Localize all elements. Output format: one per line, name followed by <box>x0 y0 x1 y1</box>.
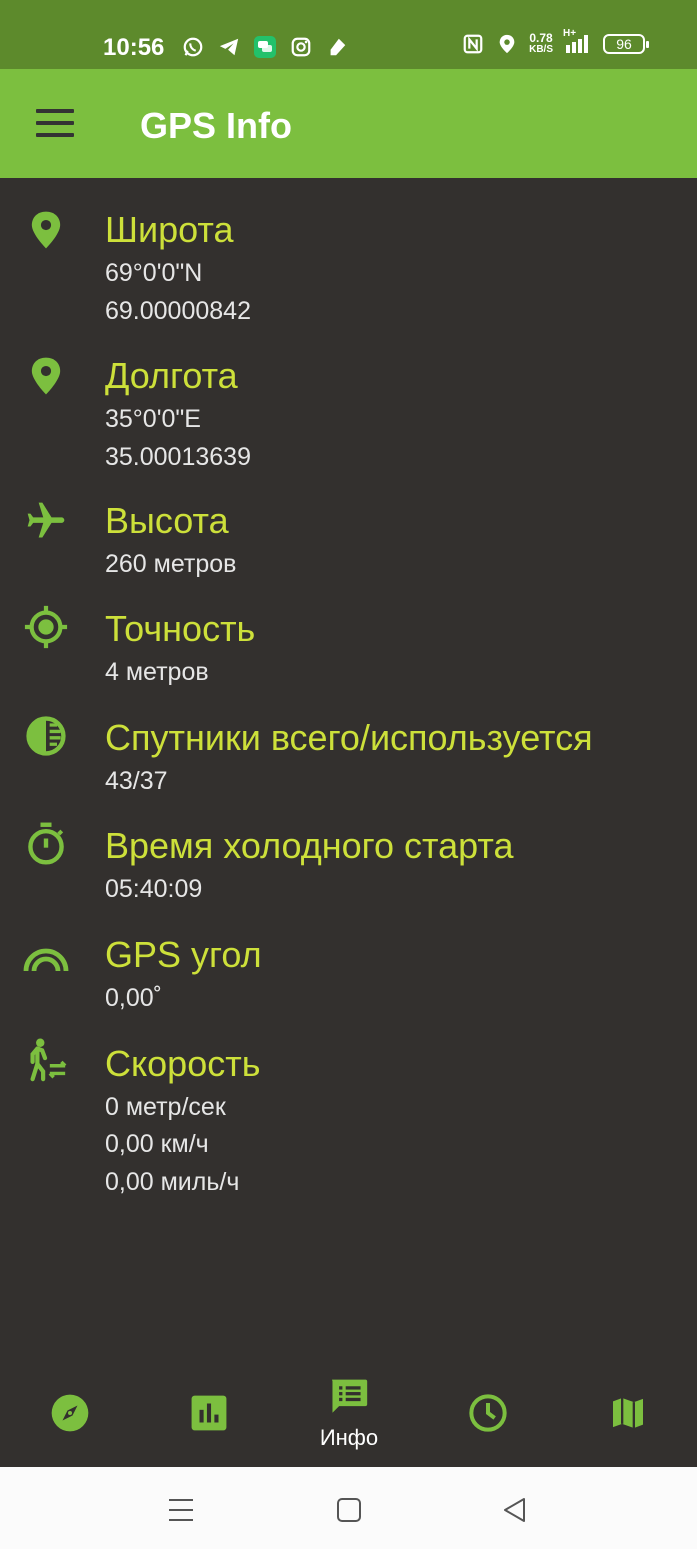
location-icon <box>495 32 519 56</box>
item-value: 35°0'0"E <box>105 405 201 433</box>
network-speed-unit: KB/S <box>529 44 553 55</box>
gps-fixed-icon <box>22 603 70 651</box>
item-title: Долгота <box>105 355 238 396</box>
nav-map[interactable] <box>578 1360 678 1467</box>
item-value: 69°0'0"N <box>105 259 203 287</box>
item-value: 69.00000842 <box>105 297 251 325</box>
home-button[interactable] <box>334 1495 364 1525</box>
location-pin-icon <box>22 206 70 254</box>
telegram-icon <box>217 35 241 59</box>
battery-indicator: 96 <box>603 34 649 54</box>
network-speed: 0.78 KB/S <box>529 32 553 56</box>
item-title: Точность <box>105 608 256 649</box>
notification-icons <box>181 35 349 59</box>
contrast-icon <box>22 712 70 760</box>
status-time: 10:56 <box>103 34 165 61</box>
item-value: 35.00013639 <box>105 443 251 471</box>
network-type: H+ <box>563 28 577 39</box>
item-value: 260 метров <box>105 550 237 578</box>
bar-chart-icon <box>190 1394 228 1437</box>
nfc-icon <box>461 32 485 56</box>
item-value: 0,00 км/ч <box>105 1130 209 1158</box>
item-value: 0 метр/сек <box>105 1093 226 1121</box>
chat-app-icon <box>253 35 277 59</box>
item-value: 05:40:09 <box>105 875 203 903</box>
timer-icon <box>22 820 70 868</box>
battery-level: 96 <box>616 36 632 52</box>
item-title: Спутники всего/используется <box>105 717 593 758</box>
info-list-icon <box>329 1378 369 1421</box>
back-button[interactable] <box>500 1495 530 1525</box>
nav-info[interactable]: Инфо <box>299 1360 399 1467</box>
system-navigation-bar <box>0 1467 697 1549</box>
edit-app-icon <box>325 35 349 59</box>
nav-info-label: Инфо <box>319 1425 379 1450</box>
map-icon <box>608 1393 648 1438</box>
nav-history[interactable] <box>438 1360 538 1467</box>
page-title: GPS Info <box>140 105 292 146</box>
item-title: GPS угол <box>105 934 262 975</box>
item-title: Широта <box>105 209 234 250</box>
airplane-icon <box>22 497 70 545</box>
signal-icon: H+ <box>563 28 593 56</box>
item-title: Время холодного старта <box>105 825 514 866</box>
status-bar: 10:56 0.78 KB/S H+ 96 <box>0 0 697 69</box>
item-value: 0,00 миль/ч <box>105 1168 240 1196</box>
item-value: 43/37 <box>105 767 168 795</box>
nav-statistics[interactable] <box>159 1360 259 1467</box>
item-value: 4 метров <box>105 658 209 686</box>
item-value: 0,00˚ <box>105 984 162 1012</box>
nav-compass[interactable] <box>20 1360 120 1467</box>
bottom-navigation: Инфо <box>0 1360 697 1467</box>
location-pin-icon <box>22 352 70 400</box>
walking-icon <box>22 1036 70 1084</box>
arc-icon <box>22 931 70 979</box>
compass-icon <box>50 1393 90 1438</box>
recents-button[interactable] <box>166 1495 196 1525</box>
menu-icon[interactable] <box>36 109 74 137</box>
instagram-icon <box>289 35 313 59</box>
network-speed-value: 0.78 <box>529 31 553 45</box>
app-bar: GPS Info <box>0 69 697 178</box>
clock-icon <box>468 1393 508 1438</box>
whatsapp-icon <box>181 35 205 59</box>
item-title: Высота <box>105 500 229 541</box>
system-icons: 0.78 KB/S H+ 96 <box>461 28 649 56</box>
item-title: Скорость <box>105 1043 261 1084</box>
